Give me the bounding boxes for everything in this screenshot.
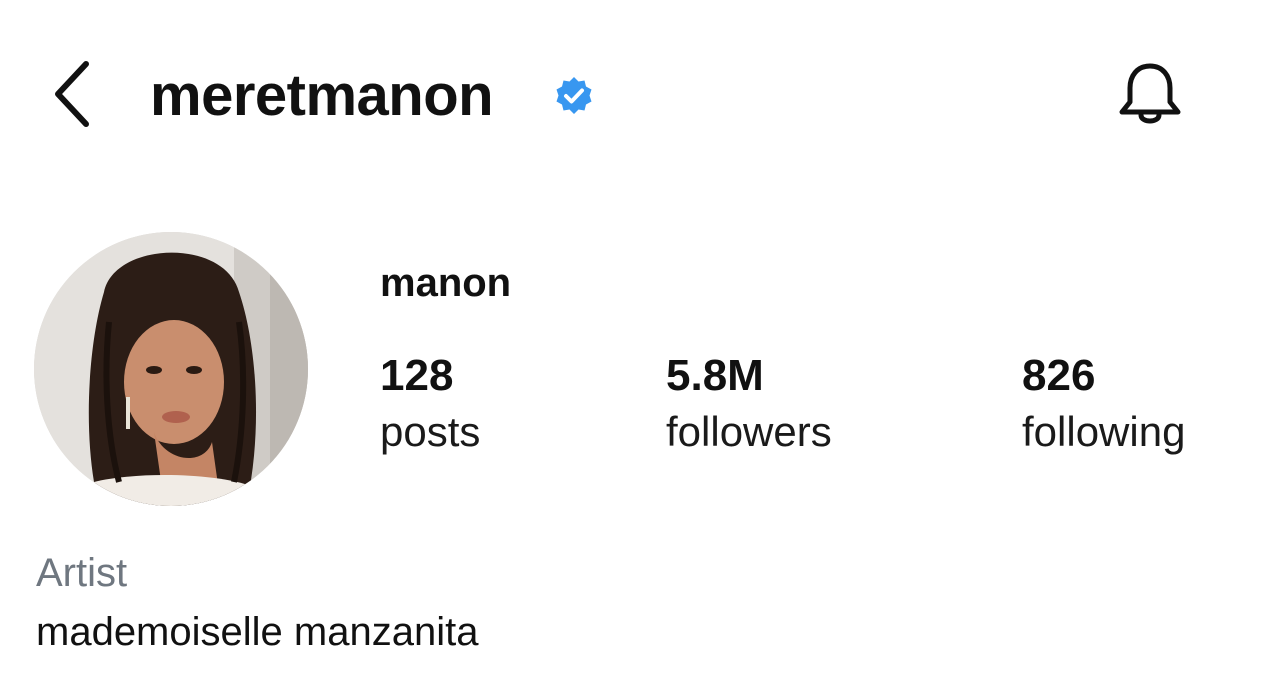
chevron-left-icon bbox=[55, 61, 89, 127]
notifications-button[interactable] bbox=[1112, 60, 1188, 132]
verified-badge-icon bbox=[553, 75, 595, 117]
back-button[interactable] bbox=[44, 56, 100, 132]
profile-header: meretmanon bbox=[0, 0, 1272, 190]
following-stat[interactable]: 826 following bbox=[1022, 350, 1185, 462]
profile-display-name: manon bbox=[380, 261, 512, 305]
profile-avatar[interactable] bbox=[34, 232, 308, 506]
profile-username: meretmanon bbox=[150, 63, 494, 128]
followers-count: 5.8M bbox=[666, 351, 764, 400]
profile-bio: mademoiselle manzanita bbox=[36, 610, 479, 654]
bell-icon bbox=[1119, 63, 1181, 124]
posts-label: posts bbox=[380, 408, 481, 455]
posts-stat[interactable]: 128 posts bbox=[380, 350, 480, 462]
followers-stat[interactable]: 5.8M followers bbox=[666, 350, 832, 462]
following-label: following bbox=[1022, 408, 1186, 455]
posts-count: 128 bbox=[380, 351, 454, 400]
following-count: 826 bbox=[1022, 351, 1096, 400]
profile-category: Artist bbox=[36, 551, 128, 595]
followers-label: followers bbox=[666, 408, 832, 455]
